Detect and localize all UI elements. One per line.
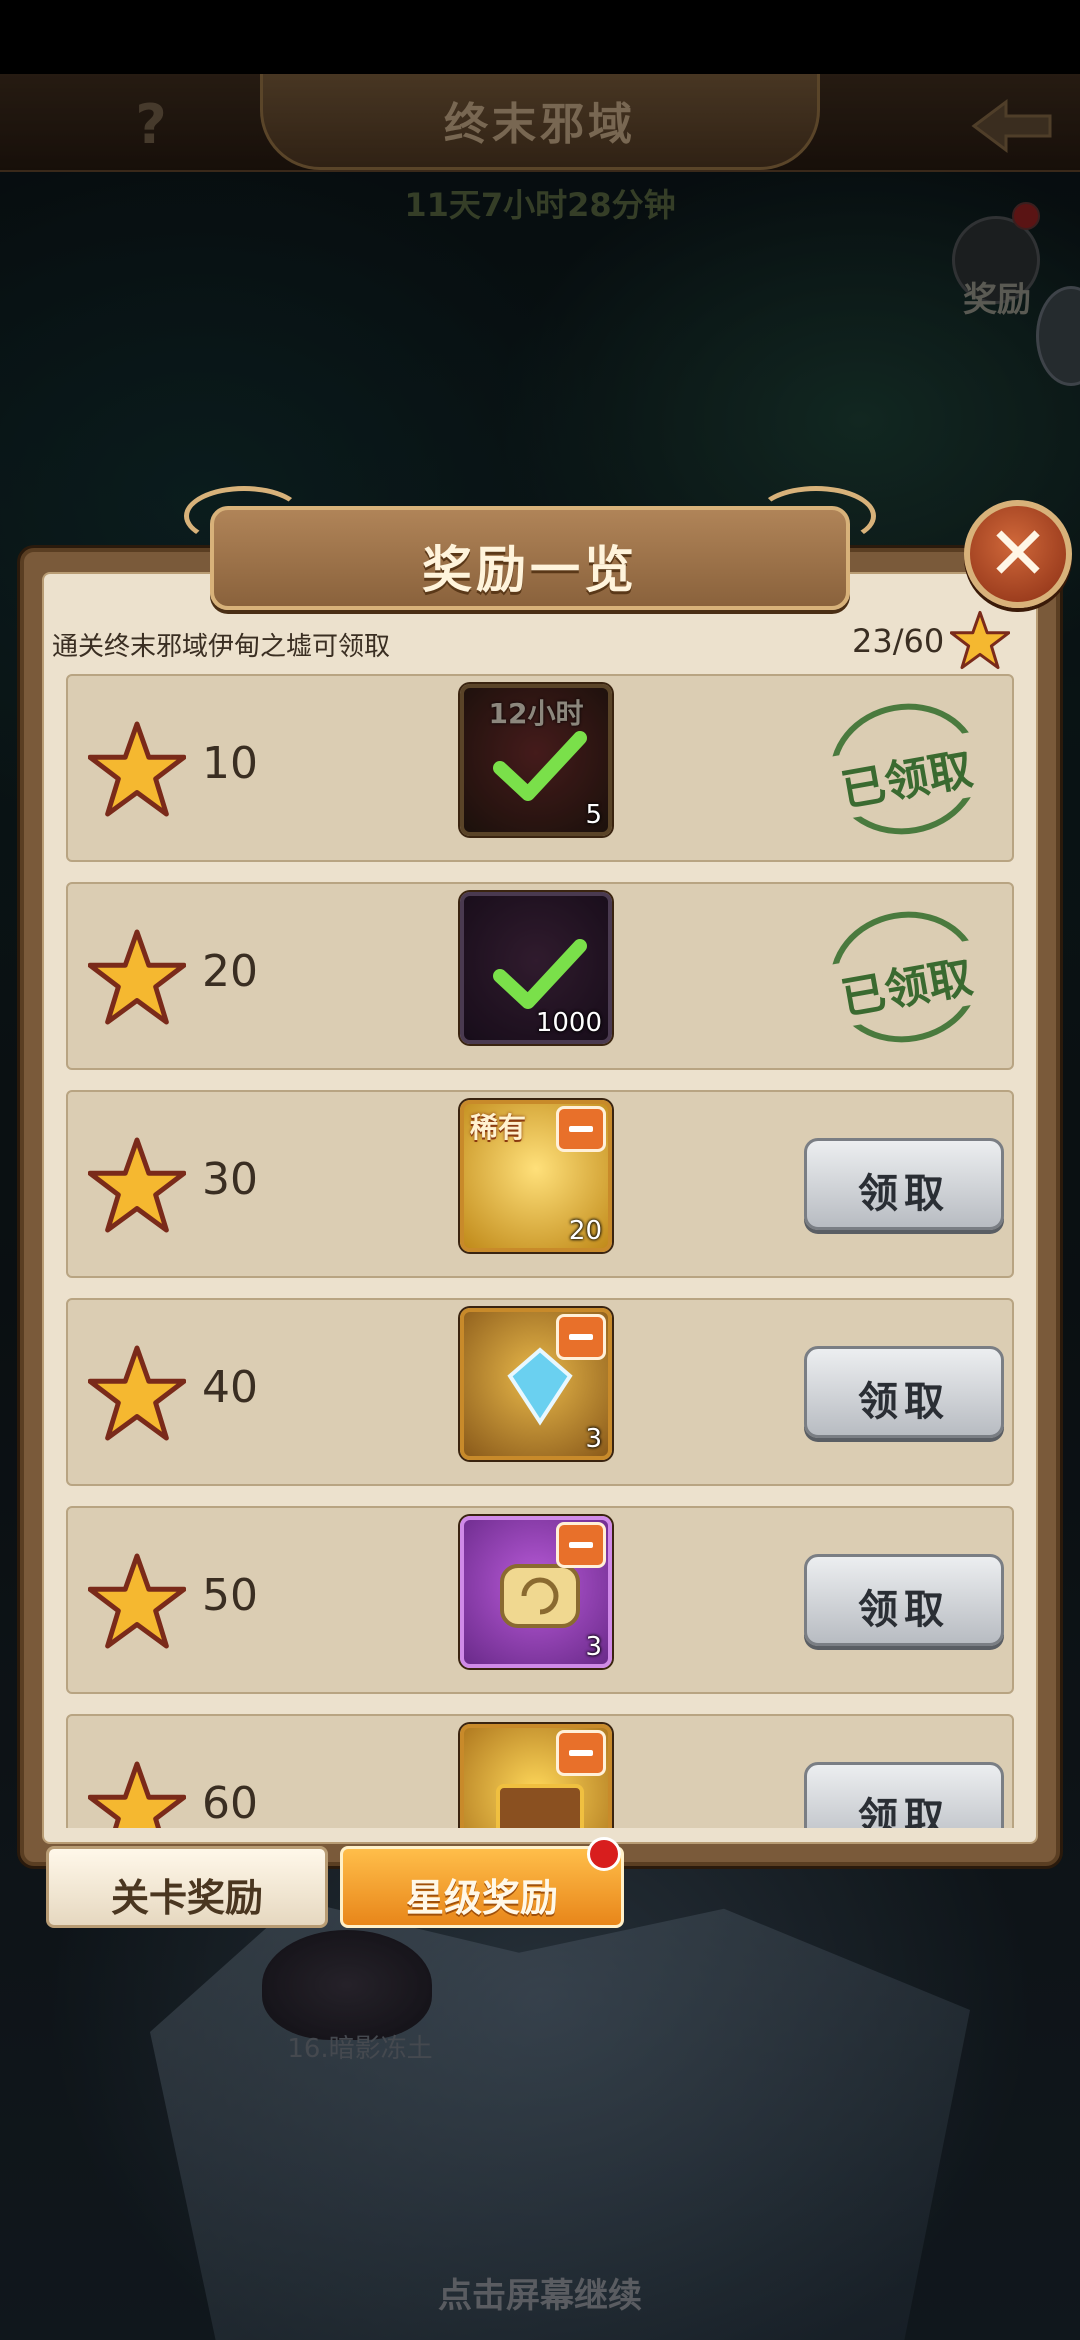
reward-row: 30 稀有 20 领取: [66, 1090, 1014, 1278]
claim-button[interactable]: 领取: [804, 1346, 1004, 1438]
reward-row: 60 领取: [66, 1714, 1014, 1828]
star-requirement: 10: [202, 738, 258, 789]
claim-button[interactable]: 领取: [804, 1762, 1004, 1828]
claim-button-label: 领取: [858, 1379, 950, 1425]
reward-item-slot[interactable]: 12小时 5: [460, 684, 612, 836]
reward-row: 40 3 领取: [66, 1298, 1014, 1486]
reward-row: 10 12小时 5 已领取: [66, 674, 1014, 862]
item-quantity: 3: [585, 1424, 602, 1454]
reward-list[interactable]: 10 12小时 5 已领取 20 1000 已领取 30 稀有 20 领取 40…: [44, 670, 1038, 1828]
item-rarity-tag: 稀有: [470, 1111, 527, 1144]
close-icon: ✕: [986, 511, 1049, 597]
reward-item-slot[interactable]: 1000: [460, 892, 612, 1044]
dialog-description: 通关终末邪域伊甸之墟可领取: [52, 632, 391, 662]
star-icon: [88, 1553, 186, 1649]
checkmark-icon: [493, 731, 587, 801]
item-quantity: 1000: [535, 1008, 602, 1038]
star-icon: [88, 1761, 186, 1828]
reward-item-slot[interactable]: 3: [460, 1516, 612, 1668]
minus-badge-icon: [556, 1314, 606, 1360]
minus-badge-icon: [556, 1730, 606, 1776]
star-requirement: 50: [202, 1570, 258, 1621]
claimed-stamp-label: 已领取: [820, 730, 992, 822]
tab-level-rewards[interactable]: 关卡奖励: [46, 1846, 328, 1928]
star-requirement: 60: [202, 1778, 258, 1828]
tab-star-rewards-label: 星级奖励: [405, 1876, 558, 1920]
reward-item-slot[interactable]: 稀有 20: [460, 1100, 612, 1252]
star-requirement: 20: [202, 946, 258, 997]
minus-badge-icon: [556, 1106, 606, 1152]
scroll-icon: [500, 1564, 580, 1628]
star-requirement: 30: [202, 1154, 258, 1205]
star-icon: [88, 721, 186, 817]
star-icon: [950, 610, 1010, 670]
tab-level-rewards-label: 关卡奖励: [110, 1876, 263, 1920]
item-quantity: 5: [585, 800, 602, 830]
checkmark-icon: [493, 939, 587, 1009]
claim-button-label: 领取: [858, 1171, 950, 1217]
dialog-title: 奖励一览: [422, 541, 638, 599]
tab-star-rewards[interactable]: 星级奖励: [340, 1837, 624, 1928]
claimed-stamp: 已领取: [819, 691, 992, 847]
claim-button-label: 领取: [858, 1587, 950, 1633]
claim-button-label: 领取: [858, 1795, 950, 1828]
dialog-title-banner: 奖励一览: [184, 486, 876, 610]
claim-button[interactable]: 领取: [804, 1138, 1004, 1230]
star-icon: [88, 1137, 186, 1233]
reward-item-slot[interactable]: [460, 1724, 612, 1828]
item-quantity: 3: [585, 1632, 602, 1662]
claimed-stamp: 已领取: [819, 899, 992, 1055]
claim-button[interactable]: 领取: [804, 1554, 1004, 1646]
star-progress: 23/60: [852, 622, 945, 660]
star-icon: [88, 1345, 186, 1441]
minus-badge-icon: [556, 1522, 606, 1568]
star-icon: [88, 929, 186, 1025]
item-quantity: 20: [568, 1216, 602, 1246]
star-requirement: 40: [202, 1362, 258, 1413]
reward-row: 20 1000 已领取: [66, 882, 1014, 1070]
reward-item-slot[interactable]: 3: [460, 1308, 612, 1460]
claimed-stamp-label: 已领取: [820, 938, 992, 1030]
close-button[interactable]: ✕: [964, 500, 1072, 608]
chest-icon: [496, 1784, 584, 1828]
reward-row: 50 3 领取: [66, 1506, 1014, 1694]
notification-dot: [587, 1837, 621, 1871]
